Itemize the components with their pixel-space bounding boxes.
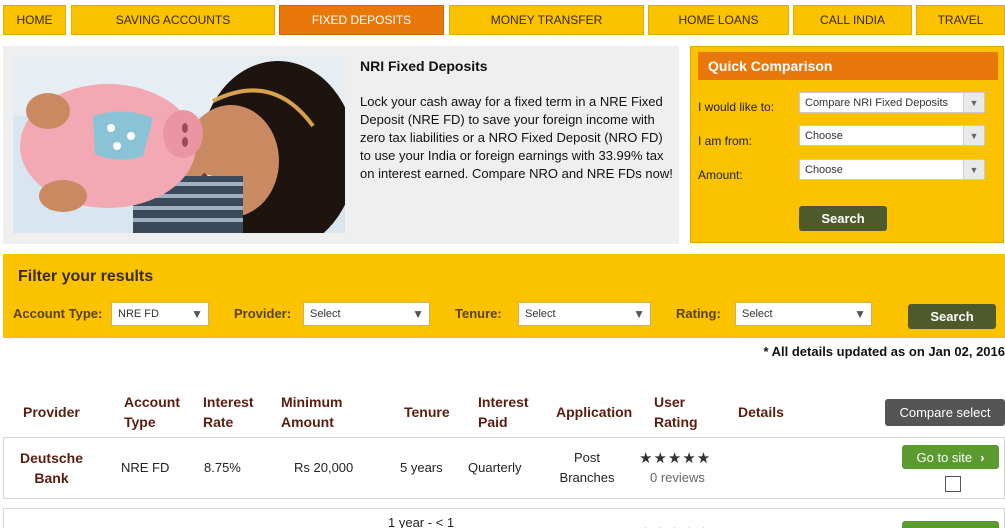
header-interest-rate: Interest Rate xyxy=(203,392,254,432)
row-interest-rate: 8.75% xyxy=(204,460,241,475)
header-interest-rate-line2: Rate xyxy=(203,414,234,430)
from-label: I am from: xyxy=(698,134,753,148)
girl-with-piggy-bank-illustration xyxy=(13,56,345,233)
go-to-site-button[interactable] xyxy=(902,521,999,528)
hero-image xyxy=(13,56,345,233)
from-value: Choose xyxy=(805,129,843,142)
compare-checkbox[interactable] xyxy=(945,476,961,492)
header-interest-paid: Interest Paid xyxy=(478,392,529,432)
filter-title: Filter your results xyxy=(18,268,154,285)
header-minimum-amount: Minimum Amount xyxy=(281,392,342,432)
would-like-label: I would like to: xyxy=(698,100,775,114)
header-user-rating-line2: Rating xyxy=(654,414,698,430)
row-reviews[interactable]: 0 reviews xyxy=(650,470,705,485)
provider-select[interactable]: Select ▼ xyxy=(303,302,430,326)
rating-label: Rating: xyxy=(676,306,721,321)
quick-search-button[interactable]: Search xyxy=(799,206,887,231)
tab-home-loans[interactable]: HOME LOANS xyxy=(648,5,789,35)
header-account-type: Account Type xyxy=(124,392,180,432)
amount-label: Amount: xyxy=(698,168,743,182)
header-account-type-line2: Type xyxy=(124,414,156,430)
chevron-down-icon: ▼ xyxy=(963,93,984,112)
row-interest-paid: Quarterly xyxy=(468,460,522,475)
row-provider-line1: Deutsche xyxy=(19,450,84,466)
star-icon: ★★★★★ xyxy=(639,450,712,467)
row-provider[interactable]: Deutsche Bank xyxy=(4,448,99,488)
amount-value: Choose xyxy=(805,163,843,176)
header-details: Details xyxy=(738,404,784,420)
chevron-right-icon: › xyxy=(980,449,985,465)
rating-value: Select xyxy=(742,308,773,320)
header-application: Application xyxy=(556,404,633,420)
row-application: Post Branches xyxy=(558,448,616,488)
tenure-label: Tenure: xyxy=(455,306,502,321)
hero-title: NRI Fixed Deposits xyxy=(360,58,488,74)
row-application-line2: Branches xyxy=(559,470,615,485)
row-tenure: 5 years xyxy=(400,460,443,475)
updated-note: * All details updated as on Jan 02, 2016 xyxy=(763,344,1005,359)
chevron-down-icon: ▼ xyxy=(854,307,866,321)
account-type-select[interactable]: NRE FD ▼ xyxy=(111,302,209,326)
header-interest-rate-line1: Interest xyxy=(203,394,254,410)
quick-comparison-panel: Quick Comparison I would like to: Compar… xyxy=(690,46,1004,243)
header-tenure: Tenure xyxy=(404,404,450,420)
row-account-type: NRE FD xyxy=(121,460,170,475)
tab-fixed-deposits[interactable]: FIXED DEPOSITS xyxy=(279,5,444,35)
tab-saving-accounts[interactable]: SAVING ACCOUNTS xyxy=(71,5,275,35)
provider-value: Select xyxy=(310,308,341,320)
chevron-down-icon: ▼ xyxy=(412,307,424,321)
chevron-down-icon: ▼ xyxy=(633,307,645,321)
account-type-label: Account Type: xyxy=(13,306,103,321)
tab-travel[interactable]: TRAVEL xyxy=(916,5,1005,35)
row-minimum-amount: Rs 20,000 xyxy=(294,460,354,475)
header-minimum-amount-line1: Minimum xyxy=(281,394,343,410)
chevron-down-icon: ▼ xyxy=(191,307,203,321)
from-select[interactable]: Choose ▼ xyxy=(799,125,985,146)
table-row: Deutsche Bank NRE FD 8.75% Rs 20,000 5 y… xyxy=(3,437,1005,499)
header-minimum-amount-line2: Amount xyxy=(281,414,334,430)
filter-search-button[interactable]: Search xyxy=(908,304,996,329)
row-application-line1: Post xyxy=(573,450,600,465)
hero-description: Lock your cash away for a fixed term in … xyxy=(360,94,673,181)
tenure-select[interactable]: Select ▼ xyxy=(518,302,651,326)
would-like-select[interactable]: Compare NRI Fixed Deposits ▼ xyxy=(799,92,985,113)
header-user-rating-line1: User xyxy=(654,394,686,410)
main-nav: HOME SAVING ACCOUNTS FIXED DEPOSITS MONE… xyxy=(3,5,1005,35)
compare-select-button[interactable]: Compare select xyxy=(885,399,1005,426)
rating-select[interactable]: Select ▼ xyxy=(735,302,872,326)
would-like-value: Compare NRI Fixed Deposits xyxy=(805,96,949,109)
chevron-down-icon: ▼ xyxy=(963,126,984,145)
amount-select[interactable]: Choose ▼ xyxy=(799,159,985,180)
provider-label: Provider: xyxy=(234,306,292,321)
hero-panel: NRI Fixed Deposits Lock your cash away f… xyxy=(3,46,679,244)
tenure-value: Select xyxy=(525,308,556,320)
row-tenure: 1 year - < 1 xyxy=(388,515,455,528)
header-interest-paid-line2: Paid xyxy=(478,414,508,430)
chevron-down-icon: ▼ xyxy=(963,160,984,179)
table-row: 1 year - < 1 ★★★★★ xyxy=(3,508,1005,528)
go-to-site-label: Go to site xyxy=(916,449,973,465)
header-account-type-line1: Account xyxy=(124,394,180,410)
header-provider: Provider xyxy=(23,404,80,420)
account-type-value: NRE FD xyxy=(118,308,159,320)
star-icon: ★★★★★ xyxy=(639,524,711,528)
row-provider-line2: Bank xyxy=(34,470,69,486)
header-interest-paid-line1: Interest xyxy=(478,394,529,410)
header-user-rating: User Rating xyxy=(654,392,698,432)
tab-home[interactable]: HOME xyxy=(3,5,66,35)
quick-comparison-title: Quick Comparison xyxy=(698,52,998,80)
filter-bar: Filter your results Account Type: NRE FD… xyxy=(3,254,1005,338)
tab-money-transfer[interactable]: MONEY TRANSFER xyxy=(449,5,644,35)
tab-call-india[interactable]: CALL INDIA xyxy=(793,5,912,35)
go-to-site-button[interactable]: Go to site › xyxy=(902,445,999,469)
